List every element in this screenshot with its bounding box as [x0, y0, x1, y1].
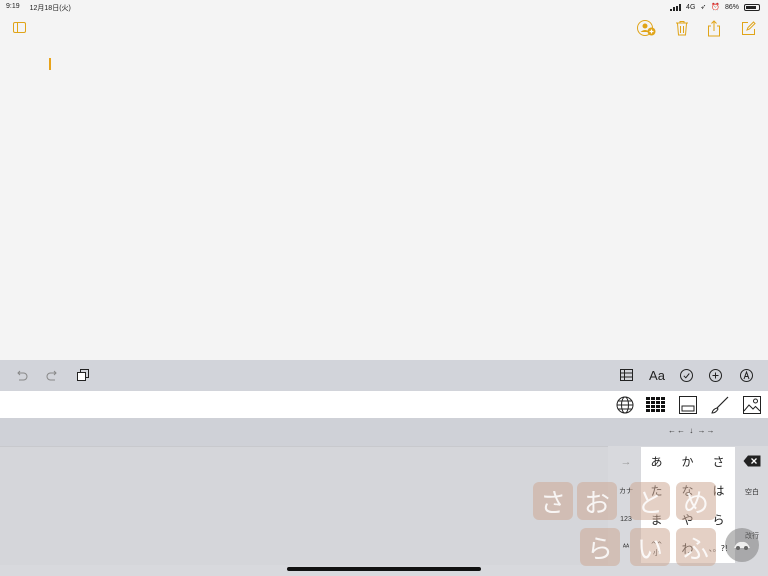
watermark-tile: お: [577, 482, 617, 520]
battery-icon: [744, 3, 760, 11]
photo-icon[interactable]: [742, 395, 762, 415]
watermark-tile: ふ: [676, 528, 716, 566]
watermark-logo-icon: [725, 528, 759, 562]
key-a[interactable]: あ: [641, 447, 672, 476]
insert-bar: [0, 391, 768, 418]
share-icon[interactable]: [706, 19, 722, 37]
forward-arrow-key[interactable]: →: [612, 456, 640, 468]
watermark-tile: め: [676, 482, 716, 520]
text-caret: [49, 58, 51, 70]
status-time: 9:19: [6, 3, 20, 10]
watermark-tile: と: [630, 482, 670, 520]
watermark-tile: い: [630, 528, 670, 566]
checklist-icon[interactable]: [679, 368, 693, 382]
undo-icon[interactable]: [14, 368, 28, 382]
alarm-icon: ⏰: [711, 4, 720, 11]
space-key[interactable]: 空白: [738, 487, 766, 497]
key-sa[interactable]: さ: [703, 447, 734, 476]
delete-icon[interactable]: [740, 454, 764, 468]
compose-icon[interactable]: [740, 19, 756, 37]
watermark-tile: さ: [533, 482, 573, 520]
location-icon: ➶: [700, 4, 707, 11]
redo-icon[interactable]: [45, 368, 59, 382]
key-ka[interactable]: か: [672, 447, 703, 476]
network-type: 4G: [686, 3, 696, 11]
floating-keyboard-icon[interactable]: [678, 395, 698, 415]
candidate-bar: ←← ↓ →→: [0, 418, 768, 446]
handwriting-area[interactable]: [0, 446, 608, 565]
status-bar: 9:19 12月18日(火) 4G ➶ ⏰ 86%: [0, 0, 768, 14]
battery-percent: 86%: [724, 3, 739, 11]
cursor-arrows[interactable]: ←← ↓ →→: [668, 426, 715, 435]
keyboard-grid-icon[interactable]: [646, 396, 666, 414]
home-indicator[interactable]: [287, 567, 481, 571]
globe-icon[interactable]: [615, 395, 635, 415]
sidebar-toggle-icon[interactable]: [12, 20, 26, 34]
trash-icon[interactable]: [674, 19, 690, 37]
table-icon[interactable]: [619, 368, 633, 382]
markup-icon[interactable]: [739, 368, 753, 382]
paste-icon[interactable]: [76, 368, 90, 382]
signal-icon: [670, 3, 682, 11]
brush-icon[interactable]: [710, 395, 730, 415]
text-format-icon[interactable]: Aa: [647, 367, 667, 383]
watermark-tile: ら: [580, 528, 620, 566]
add-circle-icon[interactable]: [708, 368, 722, 382]
status-date: 12月18日(火): [29, 5, 71, 12]
add-person-icon[interactable]: [637, 19, 657, 37]
note-editor[interactable]: [0, 40, 768, 360]
shortcut-bar: Aa: [0, 360, 768, 391]
